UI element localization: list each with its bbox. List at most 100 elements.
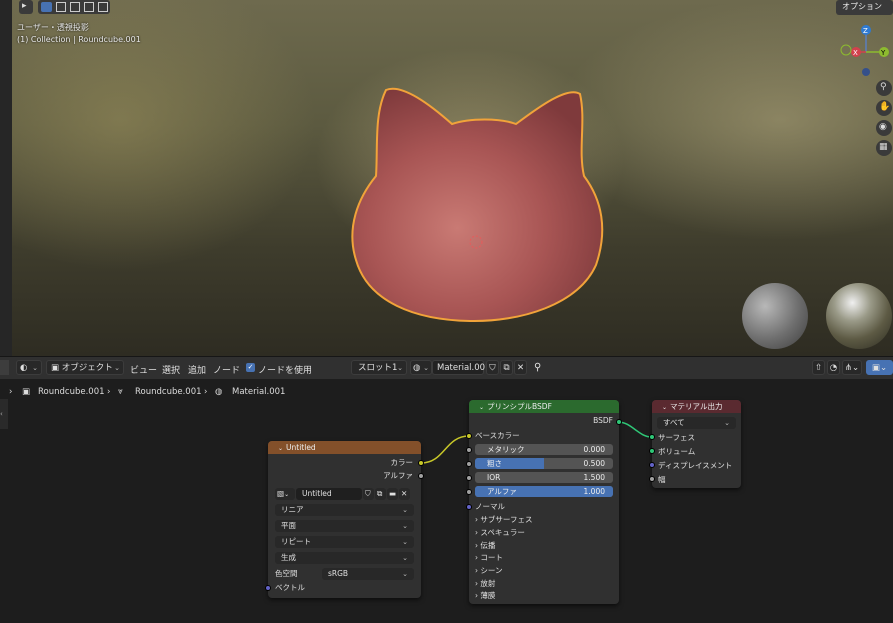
socket-bsdf-out[interactable] — [616, 419, 622, 425]
output-thickness-label: 幅 — [658, 475, 666, 484]
bsdf-node-header[interactable]: ⌄ プリンシプルBSDF — [469, 400, 619, 413]
select-extend-icon[interactable] — [56, 2, 66, 12]
image-name-field[interactable]: Untitled — [296, 488, 362, 500]
node-canvas[interactable]: › ▣ Roundcube.001 › ⩔ Roundcube.001 › ◍ … — [0, 379, 893, 623]
socket-image-vector-in[interactable] — [265, 585, 271, 591]
duplicate-material-icon[interactable]: ⧉ — [500, 360, 513, 375]
zoom-icon[interactable]: ⚲ — [876, 80, 892, 96]
collapse-chevron-icon[interactable]: ⌄ — [278, 445, 283, 452]
socket-base-color-in[interactable] — [466, 433, 472, 439]
options-dropdown[interactable]: オプション — [836, 0, 893, 15]
image-duplicate-icon[interactable]: ⧉ — [375, 488, 386, 500]
socket-image-alpha-out[interactable] — [418, 473, 424, 479]
material-browse-button[interactable]: ◍ ⌄ — [410, 360, 432, 375]
cat-mesh-object[interactable] — [340, 80, 620, 330]
socket-image-color-out[interactable] — [418, 460, 424, 466]
fake-user-icon[interactable]: ⛉ — [486, 360, 499, 375]
object-mode-dropdown[interactable]: ▣ オブジェクト ⌄ — [46, 360, 124, 375]
panel-thin-film[interactable]: › 薄膜 — [475, 590, 495, 602]
image-open-folder-icon[interactable]: ▬ — [387, 488, 398, 500]
select-intersect-icon[interactable] — [98, 2, 108, 12]
output-target-dropdown[interactable]: すべて ⌄ — [657, 417, 736, 429]
roughness-label: 粗さ — [487, 459, 502, 468]
object-mode-label: オブジェクト — [61, 363, 113, 373]
image-fake-user-icon[interactable]: ⛉ — [363, 488, 374, 500]
metallic-field[interactable]: メタリック 0.000 — [475, 444, 613, 455]
grid-projection-icon[interactable]: ▦ — [876, 140, 892, 156]
image-output-color: カラー — [390, 458, 414, 467]
cursor-icon: ▸ — [22, 1, 27, 11]
extension-dropdown[interactable]: リピート ⌄ — [275, 536, 414, 548]
image-node-title: Untitled — [286, 443, 316, 452]
ior-field[interactable]: IOR 1.500 — [475, 472, 613, 483]
alpha-field[interactable]: アルファ 1.000 — [475, 486, 613, 497]
editor-type-edge[interactable] — [0, 360, 9, 375]
select-tool-button[interactable]: ▸ — [19, 0, 33, 14]
ior-label: IOR — [487, 473, 501, 482]
menu-view[interactable]: ビュー — [130, 363, 157, 376]
gizmo-z-label: Z — [863, 27, 868, 35]
socket-volume-in[interactable] — [649, 448, 655, 454]
node-editor-header: ◐ ⌄ ▣ オブジェクト ⌄ ビュー 選択 追加 ノード ✓ ノードを使用 スロッ… — [0, 356, 893, 379]
socket-surface-in[interactable] — [649, 434, 655, 440]
metallic-label: メタリック — [487, 445, 525, 454]
camera-icon[interactable]: ◉ — [876, 120, 892, 136]
pan-hand-icon[interactable]: ✋ — [876, 100, 892, 116]
ior-value: 1.500 — [583, 473, 605, 482]
menu-node[interactable]: ノード — [213, 363, 240, 376]
pin-icon[interactable]: ⚲ — [534, 362, 541, 373]
socket-ior-in[interactable] — [466, 475, 472, 481]
panel-transmission[interactable]: › 伝播 — [475, 540, 495, 552]
socket-thickness-in[interactable] — [649, 476, 655, 482]
socket-displacement-in[interactable] — [649, 462, 655, 468]
interpolation-dropdown[interactable]: リニア ⌄ — [275, 504, 414, 516]
metallic-value: 0.000 — [583, 445, 605, 454]
menu-select[interactable]: 選択 — [162, 363, 180, 376]
select-subtract-icon[interactable] — [70, 2, 80, 12]
material-output-node[interactable]: ⌄ マテリアル出力 すべて ⌄ サーフェス ボリューム ディスプレイスメント 幅 — [652, 400, 741, 488]
select-invert-icon[interactable] — [84, 2, 94, 12]
use-nodes-label: ノードを使用 — [258, 366, 313, 376]
base-color-label: ベースカラー — [475, 431, 520, 440]
select-new-icon[interactable] — [41, 2, 52, 12]
overlays-dropdown[interactable]: ▣⌄ — [866, 360, 893, 375]
unlink-material-icon[interactable]: ✕ — [514, 360, 527, 375]
use-nodes-checkbox[interactable]: ✓ — [246, 363, 255, 372]
roughness-field[interactable]: 粗さ 0.500 — [475, 458, 613, 469]
snap-icon[interactable]: ⇧ — [812, 360, 825, 375]
socket-normal-in[interactable] — [466, 504, 472, 510]
collapse-chevron-icon[interactable]: ⌄ — [662, 404, 667, 411]
slot-dropdown[interactable]: スロット1 ⌄ — [351, 360, 407, 375]
navigation-gizmo[interactable]: Z Y X — [838, 22, 893, 78]
output-node-header[interactable]: ⌄ マテリアル出力 — [652, 400, 741, 413]
output-displacement-label: ディスプレイスメント — [658, 461, 733, 470]
material-name-field[interactable]: Material.001 — [432, 360, 490, 375]
colorspace-dropdown[interactable]: sRGB ⌄ — [322, 568, 414, 580]
select-mode-group[interactable] — [38, 0, 110, 14]
panel-sheen[interactable]: › シーン — [475, 565, 503, 577]
image-node-header[interactable]: ⌄ Untitled — [268, 441, 421, 454]
panel-specular[interactable]: › スペキュラー — [475, 527, 525, 539]
gizmo-options-icon[interactable]: ⋔⌄ — [842, 360, 862, 375]
3d-viewport[interactable]: ▸ ユーザー・透視投影 (1) Collection | Roundcube.0… — [0, 0, 893, 356]
image-browse-button[interactable]: ▧⌄ — [275, 488, 295, 500]
editor-type-dropdown[interactable]: ◐ ⌄ — [16, 360, 42, 375]
panel-subsurface[interactable]: › サブサーフェス — [475, 514, 532, 526]
preview-sphere-reflective — [826, 283, 892, 349]
image-texture-node[interactable]: ⌄ Untitled カラー アルファ ▧⌄ Untitled ⛉ ⧉ ▬ ✕ リ… — [268, 441, 421, 598]
projection-dropdown[interactable]: 平面 ⌄ — [275, 520, 414, 532]
overlay-toggle-icon[interactable]: ◔ — [827, 360, 840, 375]
socket-metallic-in[interactable] — [466, 447, 472, 453]
panel-emission[interactable]: › 放射 — [475, 578, 495, 590]
shader-editor-icon: ◐ — [20, 363, 28, 373]
alpha-value: 1.000 — [583, 487, 605, 496]
collapse-chevron-icon[interactable]: ⌄ — [479, 404, 484, 411]
menu-add[interactable]: 追加 — [188, 363, 206, 376]
source-dropdown[interactable]: 生成 ⌄ — [275, 552, 414, 564]
image-unlink-icon[interactable]: ✕ — [399, 488, 410, 500]
socket-alpha-in[interactable] — [466, 489, 472, 495]
image-input-vector: ベクトル — [275, 583, 305, 592]
principled-bsdf-node[interactable]: ⌄ プリンシプルBSDF BSDF ベースカラー メタリック 0.000 粗さ 0… — [469, 400, 619, 604]
socket-roughness-in[interactable] — [466, 461, 472, 467]
panel-coat[interactable]: › コート — [475, 552, 503, 564]
